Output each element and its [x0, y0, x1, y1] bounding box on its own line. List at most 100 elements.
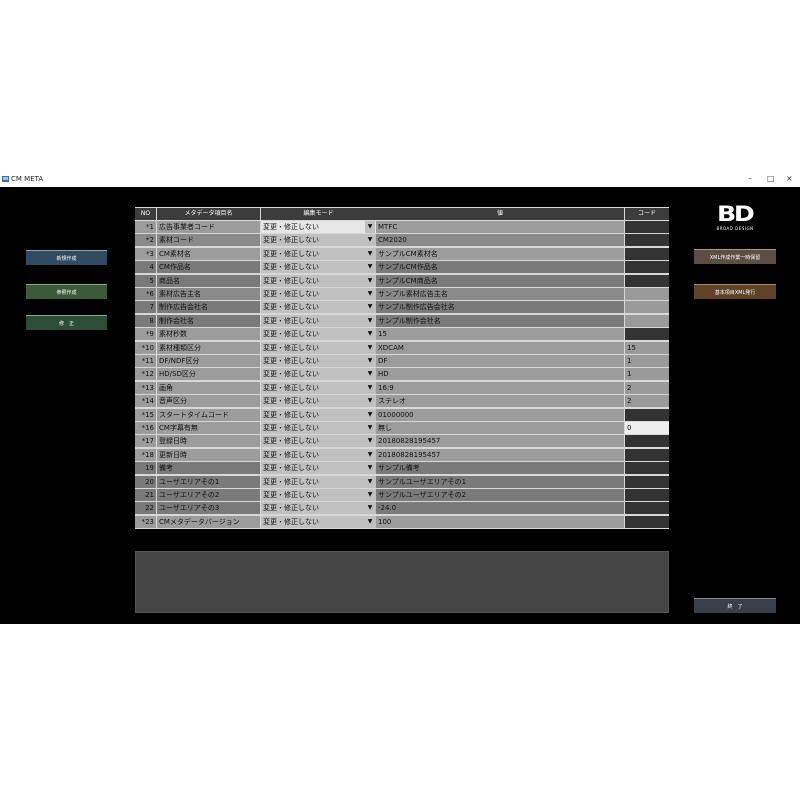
value-field[interactable]: CM2020 [376, 234, 624, 247]
value-field[interactable]: サンプルCM商品名 [376, 274, 624, 287]
edit-mode-select[interactable]: 変更・修正しない [261, 221, 376, 233]
dropdown-arrow-icon[interactable]: ▼ [365, 355, 375, 367]
edit-mode-select[interactable]: 変更・修正しない [261, 475, 376, 488]
dropdown-arrow-icon[interactable]: ▼ [365, 381, 375, 394]
edit-mode-select[interactable]: 変更・修正しない [261, 234, 376, 247]
xml-release-button[interactable]: 基本項目XML発行 [694, 284, 776, 299]
code-field[interactable]: 0 [625, 422, 669, 434]
edit-mode-select[interactable]: 変更・修正しない [261, 328, 376, 341]
code-field[interactable] [625, 274, 669, 287]
code-field[interactable] [625, 515, 669, 528]
value-field[interactable]: -24.0 [376, 502, 624, 515]
dropdown-arrow-icon[interactable]: ▼ [365, 489, 375, 501]
edit-mode-select[interactable]: 変更・修正しない [261, 435, 376, 448]
edit-mode-select[interactable]: 変更・修正しない [261, 261, 376, 274]
value-field[interactable]: 20180828195457 [376, 435, 624, 448]
value-field[interactable]: サンプル素材広告主名 [376, 288, 624, 300]
dropdown-arrow-icon[interactable]: ▼ [365, 301, 375, 314]
dropdown-arrow-icon[interactable]: ▼ [365, 234, 375, 247]
maximize-button[interactable]: □ [767, 174, 775, 183]
code-field[interactable] [625, 328, 669, 341]
code-field[interactable] [625, 435, 669, 448]
dropdown-arrow-icon[interactable]: ▼ [365, 368, 375, 381]
value-field[interactable]: サンプルユーザエリアその1 [376, 475, 624, 488]
dropdown-arrow-icon[interactable]: ▼ [365, 261, 375, 274]
dropdown-arrow-icon[interactable]: ▼ [365, 515, 375, 528]
dropdown-arrow-icon[interactable]: ▼ [365, 448, 375, 461]
value-field[interactable]: 15 [376, 328, 624, 341]
edit-mode-select[interactable]: 変更・修正しない [261, 247, 376, 260]
edit-mode-select[interactable]: 変更・修正しない [261, 489, 376, 501]
code-field[interactable] [625, 489, 669, 501]
minimize-button[interactable]: – [748, 174, 752, 183]
edit-mode-select[interactable]: 変更・修正しない [261, 314, 376, 327]
dropdown-arrow-icon[interactable]: ▼ [365, 475, 375, 488]
code-field[interactable] [625, 288, 669, 300]
dropdown-arrow-icon[interactable]: ▼ [365, 435, 375, 448]
code-field[interactable]: 2 [625, 381, 669, 394]
edit-mode-select[interactable]: 変更・修正しない [261, 301, 376, 314]
code-field[interactable] [625, 221, 669, 233]
dropdown-arrow-icon[interactable]: ▼ [365, 422, 375, 434]
value-field[interactable]: XDCAM [376, 341, 624, 354]
edit-mode-select[interactable]: 変更・修正しない [261, 395, 376, 408]
value-field[interactable]: HD [376, 368, 624, 381]
code-field[interactable] [625, 314, 669, 327]
edit-mode-select[interactable]: 変更・修正しない [261, 408, 376, 421]
dropdown-arrow-icon[interactable]: ▼ [365, 221, 375, 233]
exit-button[interactable]: 終 了 [694, 598, 776, 613]
dropdown-arrow-icon[interactable]: ▼ [365, 341, 375, 354]
new-button[interactable]: 新規作成 [26, 250, 107, 265]
edit-mode-select[interactable]: 変更・修正しない [261, 381, 376, 394]
value-field[interactable]: サンプル備考 [376, 462, 624, 475]
value-field[interactable]: サンプルCM素材名 [376, 247, 624, 260]
value-field[interactable]: 100 [376, 515, 624, 528]
edit-mode-select[interactable]: 変更・修正しない [261, 515, 376, 528]
dropdown-arrow-icon[interactable]: ▼ [365, 462, 375, 475]
code-field[interactable] [625, 408, 669, 421]
code-field[interactable] [625, 448, 669, 461]
code-field[interactable] [625, 234, 669, 247]
edit-mode-select[interactable]: 変更・修正しない [261, 462, 376, 475]
edit-mode-select[interactable]: 変更・修正しない [261, 355, 376, 367]
value-field[interactable]: サンプルCM作品名 [376, 261, 624, 274]
dropdown-arrow-icon[interactable]: ▼ [365, 502, 375, 515]
code-field[interactable] [625, 247, 669, 260]
edit-mode-select[interactable]: 変更・修正しない [261, 448, 376, 461]
dropdown-arrow-icon[interactable]: ▼ [365, 247, 375, 260]
edit-mode-select[interactable]: 変更・修正しない [261, 341, 376, 354]
code-field[interactable]: 15 [625, 341, 669, 354]
edit-mode-select[interactable]: 変更・修正しない [261, 274, 376, 287]
value-field[interactable]: 16:9 [376, 381, 624, 394]
code-field[interactable]: 2 [625, 395, 669, 408]
edit-mode-select[interactable]: 変更・修正しない [261, 288, 376, 300]
value-field[interactable]: 20180828195457 [376, 448, 624, 461]
code-field[interactable] [625, 502, 669, 515]
dropdown-arrow-icon[interactable]: ▼ [365, 408, 375, 421]
value-field[interactable]: サンプル制作広告会社名 [376, 301, 624, 314]
value-field[interactable]: 無し [376, 422, 624, 434]
reference-create-button[interactable]: 参照作成 [26, 284, 107, 299]
value-field[interactable]: ステレオ [376, 395, 624, 408]
dropdown-arrow-icon[interactable]: ▼ [365, 274, 375, 287]
edit-mode-select[interactable]: 変更・修正しない [261, 368, 376, 381]
code-field[interactable]: 1 [625, 355, 669, 367]
code-field[interactable] [625, 462, 669, 475]
value-field[interactable]: 01000000 [376, 408, 624, 421]
edit-mode-select[interactable]: 変更・修正しない [261, 502, 376, 515]
value-field[interactable]: サンプル制作会社名 [376, 314, 624, 327]
code-field[interactable] [625, 301, 669, 314]
dropdown-arrow-icon[interactable]: ▼ [365, 328, 375, 341]
dropdown-arrow-icon[interactable]: ▼ [365, 314, 375, 327]
dropdown-arrow-icon[interactable]: ▼ [365, 395, 375, 408]
edit-button[interactable]: 修 正 [26, 315, 107, 330]
value-field[interactable]: DF [376, 355, 624, 367]
code-field[interactable] [625, 475, 669, 488]
dropdown-arrow-icon[interactable]: ▼ [365, 288, 375, 300]
code-field[interactable] [625, 261, 669, 274]
value-field[interactable]: MTFC [376, 221, 624, 233]
code-field[interactable]: 1 [625, 368, 669, 381]
xml-batch-hold-button[interactable]: XML作成作業一時保留 [694, 249, 776, 264]
edit-mode-select[interactable]: 変更・修正しない [261, 422, 376, 434]
close-button[interactable]: × [786, 174, 793, 183]
